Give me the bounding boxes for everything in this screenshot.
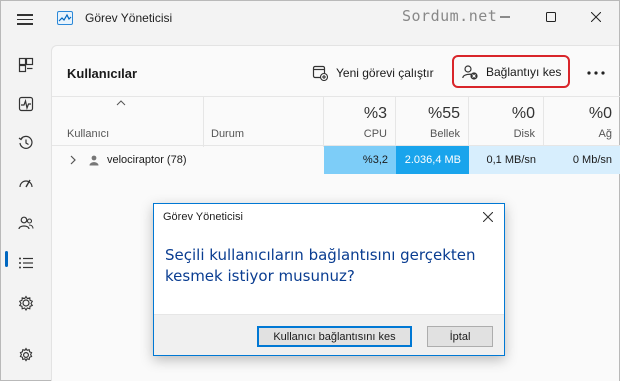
column-label-cpu: CPU [363,128,387,140]
nav-active-indicator [5,251,8,267]
dialog-message: Seçili kullanıcıların bağlantısını gerçe… [165,246,476,285]
dialog-close-button[interactable] [480,209,496,225]
more-options-button[interactable] [584,61,608,85]
maximize-button[interactable] [528,1,574,33]
disconnect-button[interactable]: Bağlantıyı kes [452,55,570,88]
app-title: Görev Yöneticisi [85,11,173,25]
new-task-label: Yeni görevi çalıştır [336,66,434,80]
nav-settings[interactable] [12,341,40,369]
disconnect-label: Bağlantıyı kes [486,64,562,79]
minimize-icon [500,16,510,18]
expand-chevron-icon[interactable] [69,155,77,165]
users-icon [18,216,34,230]
more-options-icon [587,71,605,75]
title-bar: Görev Yöneticisi Sordum.net [1,1,619,35]
cancel-button[interactable]: İptal [427,326,493,347]
dialog-title: Görev Yöneticisi [163,211,243,223]
cell-cpu: %3,2 [324,146,396,174]
cell-network: 0 Mb/sn [544,146,620,174]
user-avatar-icon [89,155,99,165]
maximize-icon [546,12,556,22]
nav-services[interactable] [12,289,40,317]
column-header-status[interactable]: Durum [204,97,324,147]
page-title: Kullanıcılar [67,66,138,81]
processes-icon [18,57,34,73]
close-icon [591,12,601,22]
network-total-percent: %0 [588,105,612,122]
startup-icon [19,179,33,188]
cell-disk: 0,1 MB/sn [469,146,544,174]
nav-processes[interactable] [12,51,40,79]
app-history-icon [18,135,33,149]
task-manager-app-icon [57,11,73,25]
hamburger-menu-icon[interactable] [15,11,35,27]
column-header-memory[interactable]: %55 Bellek [396,97,469,147]
minimize-button[interactable] [482,1,528,33]
nav-app-history[interactable] [12,129,40,157]
cell-status [204,146,324,174]
cell-user: velociraptor (78) [52,146,204,174]
nav-details[interactable] [12,249,40,277]
details-icon [19,257,33,269]
column-label-disk: Disk [513,128,535,140]
cpu-total-percent: %3 [363,105,387,122]
dialog-footer: Kullanıcı bağlantısını kes İptal [154,314,504,355]
performance-icon [18,96,34,112]
sort-ascending-icon [116,100,126,106]
new-task-button[interactable]: Yeni görevi çalıştır [312,58,434,88]
memory-total-percent: %55 [427,105,460,122]
column-header-cpu[interactable]: %3 CPU [324,97,396,147]
disconnect-user-icon [462,64,478,80]
column-label-memory: Bellek [430,128,460,140]
task-manager-window: Görev Yöneticisi Sordum.net Kullanıcılar… [0,0,620,381]
column-label-status: Durum [211,128,245,140]
close-icon [483,212,493,222]
column-header-user[interactable]: Kullanıcı [52,97,204,147]
nav-startup[interactable] [12,169,40,197]
confirm-disconnect-dialog: Görev Yöneticisi Seçili kullanıcıların b… [153,203,505,356]
new-task-icon [312,65,328,81]
column-header-disk[interactable]: %0 Disk [469,97,544,147]
user-name: velociraptor (78) [107,154,187,166]
side-navigation [1,35,51,381]
cell-memory: 2.036,4 MB [396,146,469,174]
nav-users[interactable] [12,209,40,237]
table-row[interactable]: velociraptor (78) %3,2 2.036,4 MB 0,1 MB… [52,146,620,174]
column-label-user: Kullanıcı [67,128,110,140]
close-window-button[interactable] [573,1,619,33]
table-header: Kullanıcı Durum %3 CPU %55 Bellek %0 Dis… [52,96,620,147]
nav-performance[interactable] [12,90,40,118]
disk-total-percent: %0 [511,105,535,122]
column-header-network[interactable]: %0 Ağ [544,97,620,147]
column-label-network: Ağ [598,128,612,140]
gear-icon [19,347,33,362]
disconnect-user-confirm-button[interactable]: Kullanıcı bağlantısını kes [257,326,412,347]
services-icon [18,295,34,311]
